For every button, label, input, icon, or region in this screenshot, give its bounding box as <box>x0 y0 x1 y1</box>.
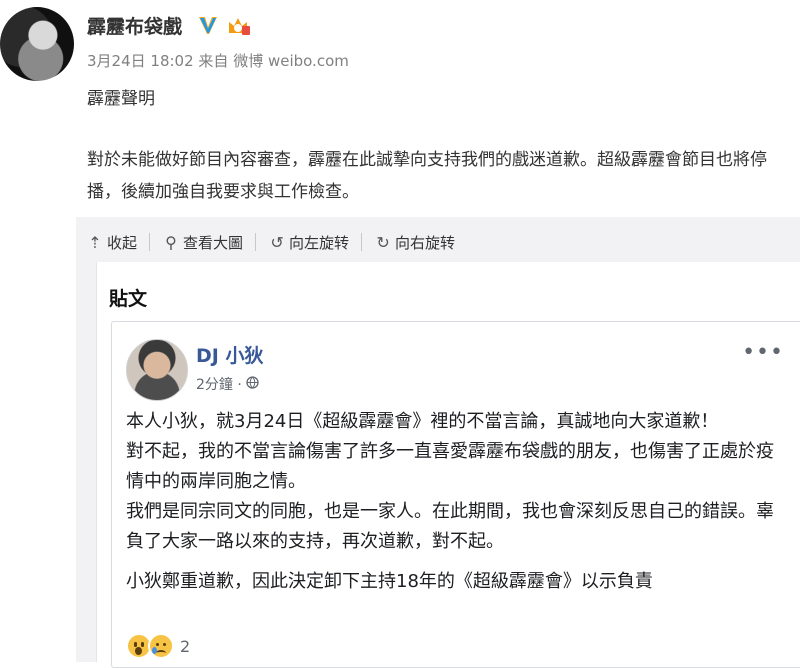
rotate-left-label: 向左旋转 <box>289 233 350 252</box>
member-badge-icon <box>229 18 250 35</box>
globe-icon <box>246 375 259 393</box>
collapse-icon: ⇡ <box>88 232 102 252</box>
post-source[interactable]: 来自 微博 weibo.com <box>198 52 348 70</box>
embedded-screenshot[interactable]: 貼文 DJ 小狄 2分鐘 · ••• 本人小狄，就3月24日《超級霹靂會》裡的不… <box>96 262 800 668</box>
image-toolbar: ⇡ 收起 ⚲ 查看大圖 ↺ 向左旋转 ↻ 向右旋转 <box>86 227 455 257</box>
post-meta: 3月24日 18:02 来自 微博 weibo.com <box>87 50 349 71</box>
reactions-bar: 2 <box>126 633 190 659</box>
post-time-text: 2分鐘 · <box>196 377 242 393</box>
author-name: DJ 小狄 <box>196 345 264 367</box>
view-large-button[interactable]: ⚲ 查看大圖 <box>162 232 243 253</box>
rotate-right-icon: ↻ <box>376 232 390 252</box>
post-title: 霹靂聲明 <box>87 89 155 109</box>
rotate-left-button[interactable]: ↺ 向左旋转 <box>268 232 349 253</box>
magnifier-icon: ⚲ <box>165 232 177 252</box>
post-paragraph: 對不起，我的不當言論傷害了許多一直喜愛霹靂布袋戲的朋友，也傷害了正處於疫情中的兩… <box>126 441 774 492</box>
reaction-count: 2 <box>180 636 191 656</box>
more-options-icon: ••• <box>742 340 784 365</box>
facebook-post: DJ 小狄 2分鐘 · ••• 本人小狄，就3月24日《超級霹靂會》裡的不當言論… <box>111 321 800 668</box>
view-large-label: 查看大圖 <box>183 233 244 252</box>
rotate-right-label: 向右旋转 <box>395 233 456 252</box>
rotate-left-icon: ↺ <box>270 232 284 252</box>
toolbar-divider <box>361 233 363 251</box>
toolbar-divider <box>149 233 151 251</box>
collapse-label: 收起 <box>107 233 138 252</box>
post-time: 2分鐘 · <box>196 374 259 394</box>
verified-badge-icon <box>199 17 217 34</box>
sad-reaction-icon <box>148 633 174 659</box>
weibo-avatar[interactable] <box>0 7 74 81</box>
card-title: 貼文 <box>109 288 148 310</box>
weibo-user-name[interactable]: 霹靂布袋戲 <box>87 12 182 39</box>
post-paragraph: 本人小狄，就3月24日《超級霹靂會》裡的不當言論，真誠地向大家道歉！ <box>126 411 719 432</box>
post-text: 本人小狄，就3月24日《超級霹靂會》裡的不當言論，真誠地向大家道歉！ 對不起，我… <box>126 407 786 597</box>
author-avatar <box>126 339 188 401</box>
post-date-time[interactable]: 3月24日 18:02 <box>87 52 194 70</box>
post-body: 對於未能做好節目內容審查，霹靂在此誠摯向支持我們的戲迷道歉。超級霹靂會節目也將停… <box>87 150 767 202</box>
post-paragraph: 我們是同宗同文的同胞，也是一家人。在此期間，我也會深刻反思自己的錯誤。辜負了大家… <box>126 501 774 552</box>
toolbar-divider <box>255 233 257 251</box>
collapse-button[interactable]: ⇡ 收起 <box>86 232 137 253</box>
rotate-right-button[interactable]: ↻ 向右旋转 <box>374 232 455 253</box>
post-paragraph: 小狄鄭重道歉，因此決定卸下主持18年的《超級霹靂會》以示負責 <box>126 571 653 592</box>
